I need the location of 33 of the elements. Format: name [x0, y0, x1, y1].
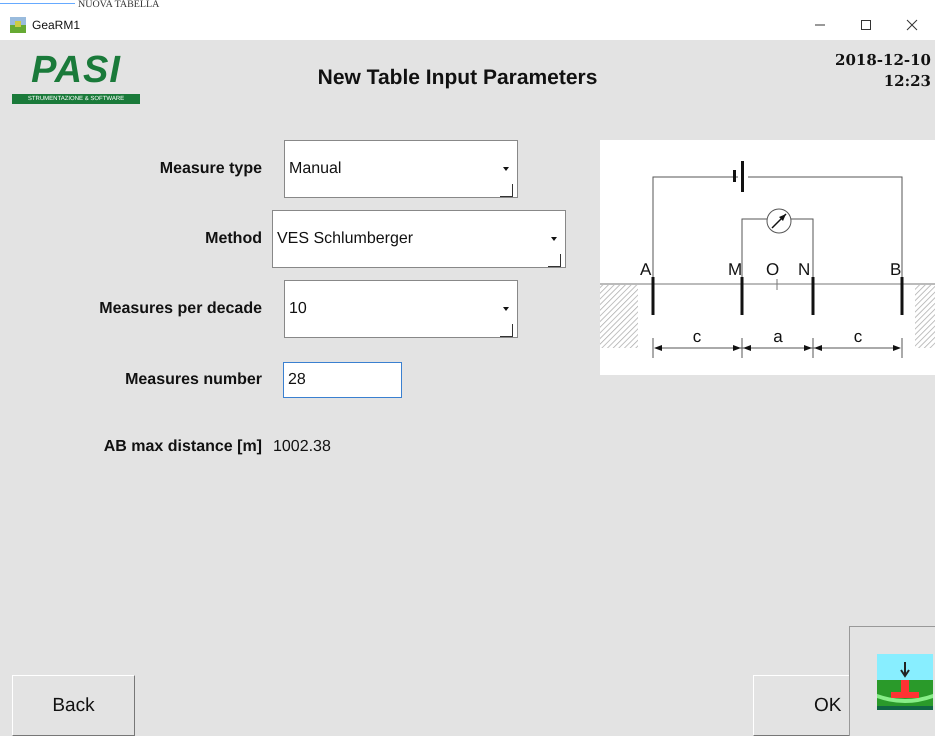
spacing-label: c: [692, 327, 702, 346]
page-title: New Table Input Parameters: [316, 66, 598, 90]
caret-icon: [551, 237, 557, 241]
ok-button[interactable]: OK: [753, 675, 849, 736]
field-label: Measures per decade: [98, 300, 262, 318]
electrode-label: A: [640, 260, 652, 279]
close-icon[interactable]: [906, 19, 918, 31]
dropdown[interactable]: 10: [284, 280, 518, 338]
electrode-label: N: [798, 260, 810, 279]
field-value: 1002.38: [273, 438, 331, 456]
field-label: AB max distance [m]: [102, 438, 262, 456]
caret-icon: [503, 167, 509, 171]
date-text: 2018-12-10: [835, 50, 931, 71]
electrode-label: M: [728, 260, 742, 279]
time-text: 12:23: [884, 71, 931, 92]
field-label: Measures number: [124, 371, 262, 389]
app-icon: [10, 17, 26, 33]
backdrop-title: NUOVA TABELLA: [78, 0, 160, 10]
electrode-label: O: [766, 260, 780, 279]
probe-tool-button[interactable]: [849, 626, 935, 736]
field-label: Method: [204, 230, 262, 248]
spacing-label: c: [854, 327, 862, 346]
window-title: GeaRM1: [32, 18, 80, 32]
spacing-label: a: [773, 327, 783, 346]
ground-probe-icon: [877, 654, 933, 710]
electrode-label: B: [890, 260, 902, 279]
caret-icon: [503, 307, 509, 311]
maximize-icon[interactable]: [860, 19, 872, 31]
back-button[interactable]: Back: [12, 675, 135, 736]
field-label: Measure type: [158, 160, 262, 178]
input-field[interactable]: 28: [283, 362, 402, 398]
dropdown[interactable]: VES Schlumberger: [272, 210, 566, 268]
dropdown[interactable]: Manual: [284, 140, 518, 198]
